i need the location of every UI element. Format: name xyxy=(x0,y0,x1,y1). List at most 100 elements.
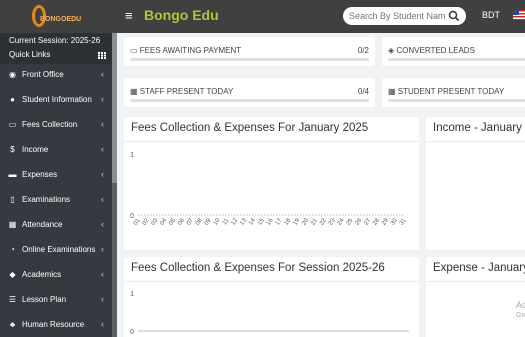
x-tick-label: 31 xyxy=(399,217,408,226)
stat-label: ▦ STAFF PRESENT TODAY xyxy=(130,87,234,96)
x-tick-label: 23 xyxy=(328,217,337,226)
logo-text: BONGOEDU xyxy=(40,16,82,23)
sidebar-item-examinations[interactable]: ▯ Examinations ‹ xyxy=(0,188,112,213)
x-tick-label: 29 xyxy=(381,217,390,226)
calendar-icon: ▦ xyxy=(130,87,140,96)
x-tick-label: 11 xyxy=(222,217,231,226)
sidebar-item-label: Online Examinations xyxy=(22,245,96,254)
chevron-left-icon: ‹ xyxy=(101,319,104,329)
app-logo[interactable]: BONGOEDU xyxy=(30,4,82,28)
top-header: BONGOEDU ≡ Bongo Edu BDT xyxy=(0,0,525,33)
x-tick-label: 28 xyxy=(372,217,381,226)
calendar-icon: ▦ xyxy=(8,220,17,229)
chart-panel-january: Fees Collection & Expenses For January 2… xyxy=(124,117,419,250)
legend-label: Ac xyxy=(516,300,525,310)
sidebar-item-label: Attendance xyxy=(22,220,63,229)
menu-toggle-icon[interactable]: ≡ xyxy=(125,9,133,22)
sidebar-item-lesson-plan[interactable]: ☰ Lesson Plan ‹ xyxy=(0,288,112,313)
mortarboard-icon: ◆ xyxy=(9,270,16,279)
sidebar-item-label: Human Resource xyxy=(22,320,85,329)
stat-staff-present[interactable]: ▦ STAFF PRESENT TODAY 0/4 xyxy=(124,78,375,107)
chevron-left-icon: ‹ xyxy=(101,169,104,179)
sidebar-item-label: Front Office xyxy=(22,70,64,79)
grid-icon[interactable] xyxy=(98,52,106,59)
sidebar-item-student-information[interactable]: ● Student Information ‹ xyxy=(0,88,112,113)
sidebar-item-label: Academics xyxy=(22,270,62,279)
x-tick-label: 09 xyxy=(204,217,213,226)
money-icon: ▭ xyxy=(8,120,17,129)
stat-value: 0/4 xyxy=(357,87,369,96)
dollar-icon: $ xyxy=(10,145,15,154)
sidebar-item-fees-collection[interactable]: ▭ Fees Collection ‹ xyxy=(0,113,112,138)
x-tick-label: 03 xyxy=(151,217,160,226)
search-icon[interactable] xyxy=(448,10,460,22)
sidebar-item-label: Examinations xyxy=(22,195,71,204)
stat-student-present[interactable]: ▦ STUDENT PRESENT TODAY xyxy=(382,78,525,107)
sidebar-item-label: Expenses xyxy=(22,170,58,179)
expense-panel: Expense - January 2 Ac Go xyxy=(426,257,525,337)
stat-label: ▭ FEES AWAITING PAYMENT xyxy=(130,46,242,55)
sidebar-item-human-resource[interactable]: ♣ Human Resource ‹ xyxy=(0,313,112,337)
x-tick-label: 22 xyxy=(319,217,328,226)
y-tick-label: 1 xyxy=(130,291,134,298)
rss-icon: ◔ xyxy=(10,245,15,254)
sidebar: Current Session: 2025-26 Quick Links ◉ F… xyxy=(0,33,117,337)
user-icon: ● xyxy=(10,95,15,104)
x-tick-label: 17 xyxy=(275,217,284,226)
sidebar-item-label: Student Information xyxy=(22,95,92,104)
x-tick-label: 16 xyxy=(266,217,275,226)
x-tick-label: 05 xyxy=(168,217,177,226)
progress-bar xyxy=(388,99,525,102)
language-flag-icon[interactable] xyxy=(513,10,525,20)
target-icon: ◉ xyxy=(9,70,16,79)
progress-bar xyxy=(130,58,369,61)
list-icon: ☰ xyxy=(8,295,17,304)
panel-title: Fees Collection & Expenses For January 2… xyxy=(131,122,369,134)
chevron-left-icon: ‹ xyxy=(101,269,104,279)
legend-label: Go xyxy=(516,312,525,319)
y-tick-label: 0 xyxy=(130,213,134,220)
income-panel: Income - January 20 xyxy=(426,117,525,250)
panel-title: Fees Collection & Expenses For Session 2… xyxy=(131,262,385,274)
sidebar-item-income[interactable]: $ Income ‹ xyxy=(0,138,112,163)
x-tick-label: 06 xyxy=(177,217,186,226)
x-tick-label: 07 xyxy=(186,217,195,226)
currency-selector[interactable]: BDT xyxy=(482,10,500,20)
progress-bar xyxy=(388,58,525,61)
chevron-left-icon: ‹ xyxy=(101,219,104,229)
x-tick-label: 01 xyxy=(133,217,142,226)
chevron-left-icon: ‹ xyxy=(101,244,104,254)
search-input[interactable] xyxy=(349,10,445,22)
x-tick-label: 04 xyxy=(159,217,168,226)
sidebar-scrollbar[interactable] xyxy=(112,33,117,337)
x-tick-label: 20 xyxy=(301,217,310,226)
x-tick-label: 27 xyxy=(363,217,372,226)
sidebar-item-label: Lesson Plan xyxy=(22,295,67,304)
x-tick-label: 26 xyxy=(355,217,364,226)
quick-links-label[interactable]: Quick Links xyxy=(9,50,50,59)
sidebar-item-online-examinations[interactable]: ◔ Online Examinations ‹ xyxy=(0,238,112,263)
sidebar-item-label: Fees Collection xyxy=(22,120,78,129)
panel-divider xyxy=(426,141,525,142)
x-tick-label: 21 xyxy=(310,217,319,226)
sidebar-item-front-office[interactable]: ◉ Front Office ‹ xyxy=(0,63,112,88)
stat-converted-leads[interactable]: ◈ CONVERTED LEADS xyxy=(382,37,525,66)
sidebar-item-expenses[interactable]: ▬ Expenses ‹ xyxy=(0,163,112,188)
map-icon: ▯ xyxy=(10,195,15,204)
scrollbar-thumb[interactable] xyxy=(112,33,117,183)
money-icon: ▭ xyxy=(130,46,140,55)
chevron-left-icon: ‹ xyxy=(101,94,104,104)
stat-fees-awaiting[interactable]: ▭ FEES AWAITING PAYMENT 0/2 xyxy=(124,37,375,66)
y-tick-label: 0 xyxy=(130,329,134,336)
x-tick-label: 15 xyxy=(257,217,266,226)
chevron-left-icon: ‹ xyxy=(101,294,104,304)
x-tick-label: 02 xyxy=(142,217,151,226)
current-session: Current Session: 2025-26 xyxy=(9,36,101,45)
card-icon: ▬ xyxy=(8,170,17,179)
chevron-left-icon: ‹ xyxy=(101,144,104,154)
x-tick-label: 12 xyxy=(230,217,239,226)
sidebar-item-attendance[interactable]: ▦ Attendance ‹ xyxy=(0,213,112,238)
sidebar-item-academics[interactable]: ◆ Academics ‹ xyxy=(0,263,112,288)
sidebar-item-label: Income xyxy=(22,145,49,154)
x-tick-label: 13 xyxy=(239,217,248,226)
